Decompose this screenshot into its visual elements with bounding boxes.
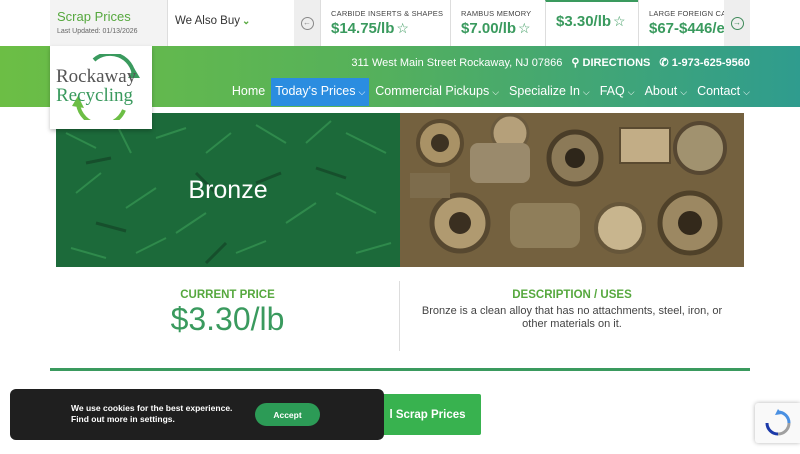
nav-label[interactable]: Home (232, 84, 265, 98)
nav-label[interactable]: Contact (697, 84, 740, 98)
current-price-value: $3.30/lb (170, 301, 285, 337)
star-outline-icon[interactable]: ☆ (518, 20, 531, 36)
cookie-accept-button[interactable]: Accept (255, 403, 320, 426)
ticker-next-button[interactable]: → (724, 0, 750, 46)
all-scrap-prices-label[interactable]: l Scrap Prices (389, 409, 465, 421)
chevron-down-icon: ⌵ (492, 87, 500, 97)
we-also-buy-label[interactable]: We Also Buy (175, 15, 240, 27)
ticker-item[interactable]: LARGE FOREIGN CA $67-$446/e (638, 0, 724, 46)
directions-label[interactable]: DIRECTIONS (583, 57, 651, 69)
star-outline-icon[interactable]: ☆ (396, 20, 409, 36)
site-logo[interactable]: Rockaway Recycling (50, 46, 152, 129)
ticker-item-label: RAMBUS MEMORY (461, 9, 532, 18)
cookie-message: We use cookies for the best experience. … (71, 403, 232, 425)
ticker-prev-button[interactable]: ← (294, 0, 320, 46)
cookie-message-line1: We use cookies for the best experience. (71, 403, 233, 413)
map-pin-icon: ⚲ (571, 57, 580, 69)
price-ticker-bar: Scrap Prices Last Updated: 01/13/2026 We… (0, 0, 800, 46)
scrap-prices-title[interactable]: Scrap Prices (57, 9, 167, 24)
last-updated-text: Last Updated: 01/13/2026 (57, 28, 138, 35)
description-section: DESCRIPTION / USES Bronze is a clean all… (400, 281, 744, 351)
nav-item-todays-prices[interactable]: Today's Prices ⌵ (271, 78, 370, 106)
ticker-item[interactable]: CARBIDE INSERTS & SHAPES $14.75/lb ☆ (320, 0, 450, 46)
ticker-item-label: LARGE FOREIGN CA (649, 9, 724, 18)
nav-item-faq[interactable]: FAQ ⌵ (596, 78, 639, 106)
nav-item-contact[interactable]: Contact ⌵ (693, 78, 754, 106)
bronze-parts-image (400, 113, 744, 267)
description-heading: DESCRIPTION / USES (512, 289, 632, 301)
current-price-heading: CURRENT PRICE (180, 289, 275, 301)
chevron-down-icon: ⌄ (242, 16, 251, 27)
nav-label[interactable]: Today's Prices (275, 84, 355, 98)
hero-title: Bronze (188, 175, 268, 204)
price-ticker: CARBIDE INSERTS & SHAPES $14.75/lb ☆ RAMB… (320, 0, 724, 46)
ticker-item-price: $14.75/lb (331, 20, 395, 37)
chevron-down-icon: ⌵ (582, 87, 590, 97)
hero-banner: Bronze (56, 113, 400, 267)
ticker-item-price: $3.30/lb (556, 13, 612, 30)
current-price-section: CURRENT PRICE $3.30/lb (56, 281, 400, 351)
cookie-banner: We use cookies for the best experience. … (10, 389, 384, 440)
ticker-item-label: CARBIDE INSERTS & SHAPES (331, 9, 444, 18)
star-outline-icon[interactable]: ☆ (613, 13, 626, 29)
we-also-buy-dropdown[interactable]: We Also Buy ⌄ (168, 0, 294, 46)
logo-text-line2: Recycling (56, 85, 134, 106)
nav-label[interactable]: Specialize In (509, 84, 580, 98)
nav-item-about[interactable]: About ⌵ (641, 78, 692, 106)
contact-line: 311 West Main Street Rockaway, NJ 07866 … (351, 56, 750, 69)
ticker-item-active[interactable]: $3.30/lb ☆ (545, 0, 638, 46)
chevron-down-icon: ⌵ (680, 87, 688, 97)
ticker-item-price: $7.00/lb (461, 20, 517, 37)
bronze-fittings-photo (400, 113, 744, 267)
scrap-prices-box[interactable]: Scrap Prices Last Updated: 01/13/2026 (50, 0, 168, 46)
chevron-down-icon: ⌵ (358, 87, 366, 97)
cookie-settings-link[interactable]: Find out more in settings. (71, 414, 232, 425)
nav-label[interactable]: Commercial Pickups (375, 84, 489, 98)
nav-item-home[interactable]: Home (228, 78, 269, 106)
chevron-down-icon: ⌵ (627, 87, 635, 97)
main-nav: Home Today's Prices ⌵ Commercial Pickups ⌵… (226, 78, 754, 106)
phone-icon: ✆ (659, 57, 669, 69)
ticker-item-price: $67-$446/e (649, 20, 724, 37)
phone-link[interactable]: ✆ 1-973-625-9560 (659, 57, 750, 69)
ticker-item[interactable]: RAMBUS MEMORY $7.00/lb ☆ (450, 0, 545, 46)
directions-link[interactable]: ⚲ DIRECTIONS (571, 57, 650, 69)
address-text: 311 West Main Street Rockaway, NJ 07866 (351, 57, 563, 69)
nav-item-specialize-in[interactable]: Specialize In ⌵ (505, 78, 594, 106)
nav-item-commercial-pickups[interactable]: Commercial Pickups ⌵ (371, 78, 503, 106)
section-divider (50, 368, 750, 371)
recaptcha-badge[interactable] (755, 403, 800, 443)
nav-label[interactable]: About (645, 84, 678, 98)
partial-body-text (50, 444, 750, 454)
phone-number[interactable]: 1-973-625-9560 (672, 57, 750, 69)
arrow-left-icon: ← (300, 16, 314, 30)
logo-text-line1: Rockaway (56, 66, 137, 87)
description-text: Bronze is a clean alloy that has no atta… (421, 305, 723, 330)
nav-label[interactable]: FAQ (600, 84, 625, 98)
logo-graphic: Rockaway Recycling (56, 54, 140, 120)
arrow-right-icon: → (730, 16, 744, 30)
recaptcha-icon (765, 409, 790, 436)
chevron-down-icon: ⌵ (743, 87, 750, 97)
